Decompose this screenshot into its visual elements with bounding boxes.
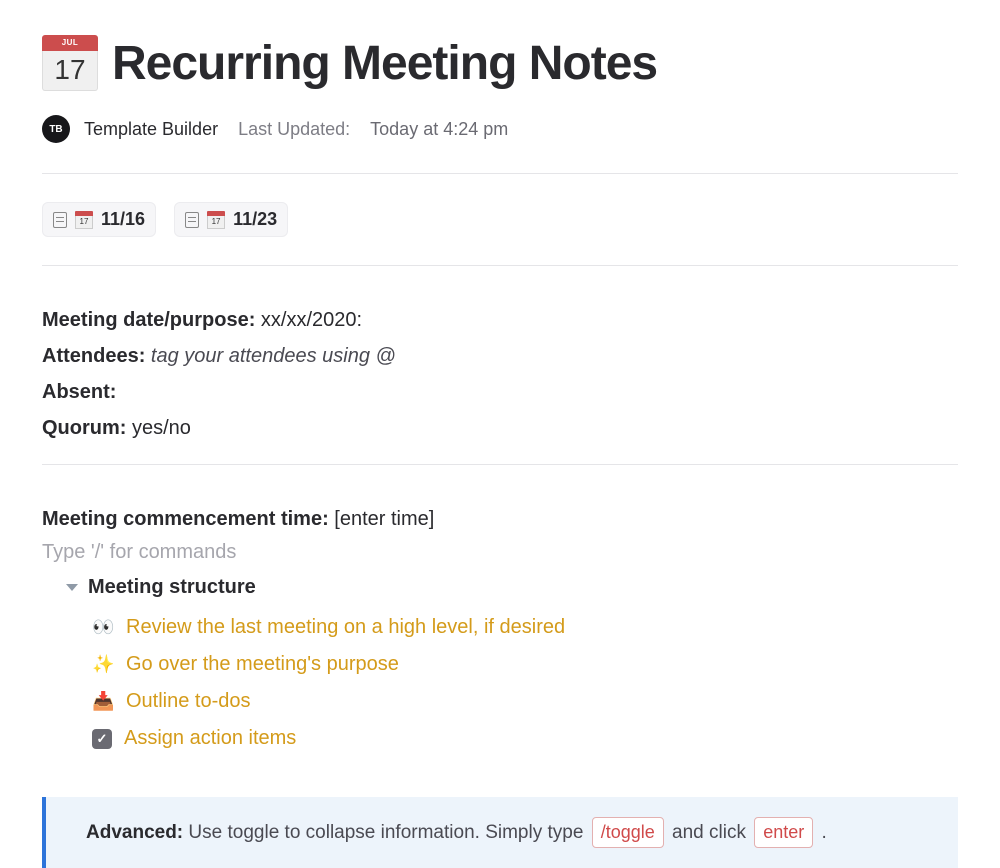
eyes-icon: 👀 (92, 617, 114, 638)
attendees-label: Attendees: (42, 345, 145, 367)
subpage-link[interactable]: 17 11/16 (42, 202, 156, 237)
subpage-label: 11/23 (233, 209, 277, 230)
last-updated-label: Last Updated: (238, 119, 350, 140)
item-link[interactable]: Go over the meeting's purpose (126, 653, 399, 676)
quorum-label: Quorum: (42, 417, 126, 439)
calendar-icon: 17 (75, 211, 93, 229)
attendees-line[interactable]: Attendees: tag your attendees using @ (42, 338, 958, 374)
commence-label: Meeting commencement time: (42, 508, 329, 530)
list-item[interactable]: 👀 Review the last meeting on a high leve… (92, 609, 958, 646)
meeting-date-line[interactable]: Meeting date/purpose: xx/xx/2020: (42, 302, 958, 338)
item-link[interactable]: Assign action items (124, 727, 296, 750)
avatar[interactable]: TB (42, 115, 70, 143)
list-item[interactable]: 📥 Outline to-dos (92, 683, 958, 720)
date-value: xx/xx/2020: (261, 309, 362, 331)
subpages-row: 17 11/16 17 11/23 (42, 174, 958, 265)
item-link[interactable]: Review the last meeting on a high level,… (126, 616, 565, 639)
author-name[interactable]: Template Builder (84, 119, 218, 140)
inbox-icon: 📥 (92, 691, 114, 712)
toggle-header[interactable]: Meeting structure (42, 572, 958, 603)
callout-advanced[interactable]: Advanced: Use toggle to collapse informa… (42, 797, 958, 868)
quorum-line[interactable]: Quorum: yes/no (42, 410, 958, 446)
calendar-month: JUL (42, 35, 98, 51)
document-icon (53, 212, 67, 228)
absent-line[interactable]: Absent: (42, 374, 958, 410)
last-updated-value: Today at 4:24 pm (370, 119, 508, 140)
calendar-icon: JUL 17 (42, 35, 98, 91)
commence-value: [enter time] (334, 508, 434, 530)
sparkles-icon: ✨ (92, 654, 114, 675)
callout-text: . (822, 822, 827, 843)
quorum-value: yes/no (132, 417, 191, 439)
code-enter: enter (754, 817, 813, 848)
code-toggle: /toggle (592, 817, 664, 848)
meta-row: TB Template Builder Last Updated: Today … (42, 115, 958, 143)
callout-text: and click (672, 822, 746, 843)
list-item[interactable]: Assign action items (92, 720, 958, 757)
calendar-icon: 17 (207, 211, 225, 229)
commencement-section: Meeting commencement time: [enter time] … (42, 465, 958, 868)
callout-label: Advanced: (86, 822, 183, 843)
checkbox-icon (92, 729, 112, 749)
structure-list: 👀 Review the last meeting on a high leve… (42, 609, 958, 757)
toggle-block: Meeting structure 👀 Review the last meet… (42, 572, 958, 757)
subpage-link[interactable]: 17 11/23 (174, 202, 288, 237)
commencement-line[interactable]: Meeting commencement time: [enter time] (42, 501, 958, 537)
document-icon (185, 212, 199, 228)
absent-label: Absent: (42, 381, 116, 403)
chevron-down-icon[interactable] (66, 584, 78, 591)
toggle-title: Meeting structure (88, 576, 256, 599)
calendar-day: 17 (42, 51, 98, 91)
callout-text: Use toggle to collapse information. Simp… (188, 822, 583, 843)
item-link[interactable]: Outline to-dos (126, 690, 251, 713)
meeting-details[interactable]: Meeting date/purpose: xx/xx/2020: Attend… (42, 266, 958, 464)
date-label: Meeting date/purpose: (42, 309, 255, 331)
title-row: JUL 17 Recurring Meeting Notes (42, 35, 958, 91)
list-item[interactable]: ✨ Go over the meeting's purpose (92, 646, 958, 683)
subpage-label: 11/16 (101, 209, 145, 230)
slash-placeholder[interactable]: Type '/' for commands (42, 541, 958, 564)
page-title[interactable]: Recurring Meeting Notes (112, 36, 657, 91)
attendees-value: tag your attendees using @ (151, 345, 396, 367)
